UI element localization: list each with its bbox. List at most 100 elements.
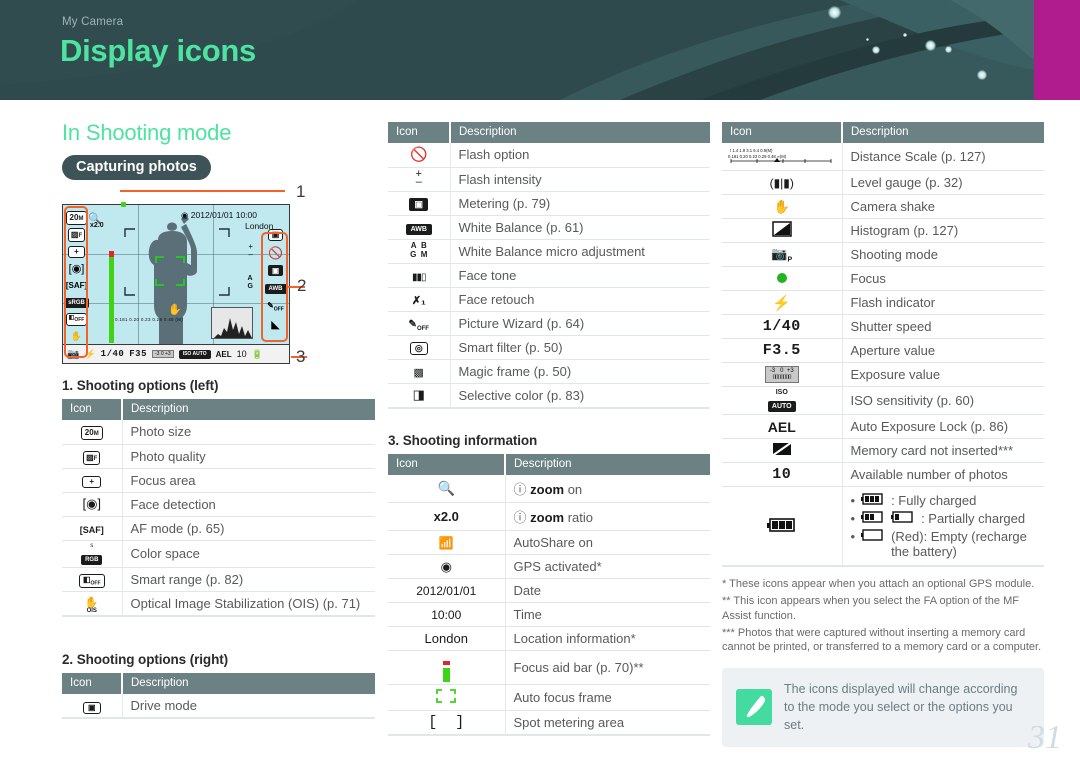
sparkle-icon: [872, 46, 880, 54]
table-row: Memory card not inserted***: [722, 438, 1044, 463]
preview-datetime: ◉ 2012/01/01 10:00: [181, 210, 257, 220]
header-accent-bar: [1034, 0, 1080, 100]
row-description: Time: [505, 602, 710, 627]
table-4-block: 3. Shooting information Icon Description…: [388, 433, 710, 736]
camera-lcd-preview: ◉ 2012/01/01 10:00 London 🔍 x2.0 20M ▨F …: [62, 202, 290, 364]
table-5-block: Icon Description I 1.4 1.9 3.1 6.4 0.9(M…: [722, 122, 1044, 747]
table-row: 10:00 Time: [388, 602, 710, 627]
table-row: 🚫 Flash option: [388, 143, 710, 168]
table-row: Histogram (p. 127): [722, 218, 1044, 243]
sparkle-icon: [977, 70, 987, 80]
footnote-1: * These icons appear when you attach an …: [722, 578, 1035, 590]
tip-text: The icons displayed will change accordin…: [784, 682, 1018, 733]
section-heading: In Shooting mode: [62, 120, 232, 145]
row-description: Focus: [842, 266, 1044, 291]
row-description: Focus aid bar (p. 70)**: [505, 650, 710, 685]
info-icon: ⓘ: [513, 482, 527, 497]
shooting-options-middle-table: Icon Description 🚫 Flash option + – Flash i…: [388, 122, 710, 409]
bullet: •: [850, 511, 856, 526]
row-description: Camera shake: [842, 194, 1044, 219]
table-row: AEL Auto Exposure Lock (p. 86): [722, 414, 1044, 439]
page-header: My Camera Display icons: [0, 0, 1080, 100]
battery-one-bar-icon: [891, 511, 915, 526]
ael-indicator: AEL: [215, 349, 232, 359]
col-header-icon: Icon: [722, 122, 842, 143]
table-row: F3.5 Aperture value: [722, 338, 1044, 363]
left-column: In Shooting mode Capturing photos: [62, 120, 372, 180]
row-description: Face retouch: [450, 287, 710, 312]
col-header-icon: Icon: [388, 454, 505, 475]
shots-remaining: 10: [236, 349, 247, 359]
table-1-title: 1. Shooting options (left): [62, 378, 219, 393]
callout-number-2: 2: [297, 276, 307, 295]
wb-micro-icon: A BG M: [388, 239, 451, 264]
picture-wizard-icon: ✎OFF: [388, 311, 451, 336]
face-tone-icon: ▮▮▯: [388, 263, 451, 288]
table-row: x2.0 ⓘ zoom ratio: [388, 502, 710, 531]
row-description: Selective color (p. 83): [450, 383, 710, 409]
list-item: • : Fully charged: [851, 493, 1037, 508]
available-photos-value: 10: [722, 462, 843, 487]
sparkle-icon: [903, 33, 907, 37]
camera-shake-icon: ✋: [168, 304, 182, 316]
table-row: ▨F Photo quality: [62, 444, 375, 469]
battery-two-bars-icon: [861, 511, 885, 526]
row-description: Magic frame (p. 50): [450, 359, 710, 384]
autoshare-icon: 📶: [388, 530, 506, 555]
row-description: Photo quality: [122, 444, 375, 469]
row-description: Auto focus frame: [505, 684, 710, 711]
table-row: ◨ Selective color (p. 83): [388, 383, 710, 409]
histogram-icon: [722, 218, 843, 243]
zoom-ratio-value: x2.0: [388, 502, 506, 531]
table-row: 🔍 ⓘ zoom on: [388, 475, 710, 503]
callout-number-1: 1: [296, 182, 306, 201]
table-row: AWB White Balance (p. 61): [388, 215, 710, 240]
focus-area-icon: +: [62, 468, 123, 493]
col-header-description: Description: [841, 122, 1044, 143]
footnote-2: ** This icon appears when you select the…: [722, 594, 1019, 622]
row-description: AutoShare on: [505, 530, 710, 555]
battery-full-label: : Fully charged: [891, 493, 977, 508]
row-description: Available number of photos: [842, 462, 1044, 487]
ael-icon: AEL: [722, 414, 843, 439]
table-1-block: 1. Shooting options (left) Icon Descript…: [62, 378, 375, 618]
sparkle-icon: [925, 40, 936, 51]
page-title: Display icons: [60, 33, 256, 68]
col-header-icon: Icon: [388, 122, 450, 143]
spot-metering-area-icon: [ ]: [388, 710, 506, 736]
iso-value: ISO AUTO: [178, 349, 211, 359]
table-row: ◧OFF Smart range (p. 82): [62, 567, 375, 592]
white-balance-icon: AWB: [388, 215, 451, 240]
table-row: [◉] Face detection: [62, 492, 375, 517]
svg-text:0.181 0.20 0.23 0.29 0.48: 0.181 0.20 0.23 0.29 0.48 ∞(M): [728, 154, 787, 159]
face-detection-icon: [◉]: [62, 492, 123, 517]
row-description: Flash indicator: [842, 290, 1044, 315]
photo-quality-icon: ▨F: [62, 444, 123, 469]
shutter-speed-value: 1/40: [100, 349, 125, 359]
battery-full-icon: [861, 493, 885, 508]
row-description: ISO sensitivity (p. 60): [842, 386, 1044, 415]
table-row: 2012/01/01 Date: [388, 578, 710, 603]
pen-icon: [736, 689, 772, 726]
manual-page: My Camera Display icons In Shooting mode…: [0, 0, 1080, 765]
face-retouch-icon: ✗₁: [388, 287, 451, 312]
exposure-value-icon: -3 0 +3 ⌷⌷⌷⌷⌷⌷⌷: [722, 362, 843, 387]
drive-mode-icon: ▣: [62, 694, 123, 719]
table-row: ⚡ Flash indicator: [722, 290, 1044, 315]
sparkle-icon: [866, 38, 869, 41]
tip-box: The icons displayed will change accordin…: [722, 668, 1044, 747]
col-header-description: Description: [121, 399, 375, 420]
table-row: ISO AUTO ISO sensitivity (p. 60): [722, 386, 1044, 415]
row-description: Distance Scale (p. 127): [842, 143, 1044, 171]
row-description: Memory card not inserted***: [842, 438, 1044, 463]
sparkle-icon: [828, 6, 841, 19]
aperture-value: F35: [129, 349, 147, 359]
preview-zoom-ratio: x2.0: [90, 222, 104, 229]
col-header-description: Description: [121, 673, 375, 694]
table-row: (▮|▮) Level gauge (p. 32): [722, 170, 1044, 195]
distance-scale-icon: I 1.4 1.9 3.1 6.4 0.9(M) 0.181 0.20 0.23…: [722, 143, 843, 171]
table-row: • : Fully charged • : Partially charged …: [722, 486, 1044, 567]
af-mode-icon: [SAF]: [62, 516, 123, 541]
col-header-icon: Icon: [62, 673, 122, 694]
battery-empty-icon: [861, 529, 885, 544]
